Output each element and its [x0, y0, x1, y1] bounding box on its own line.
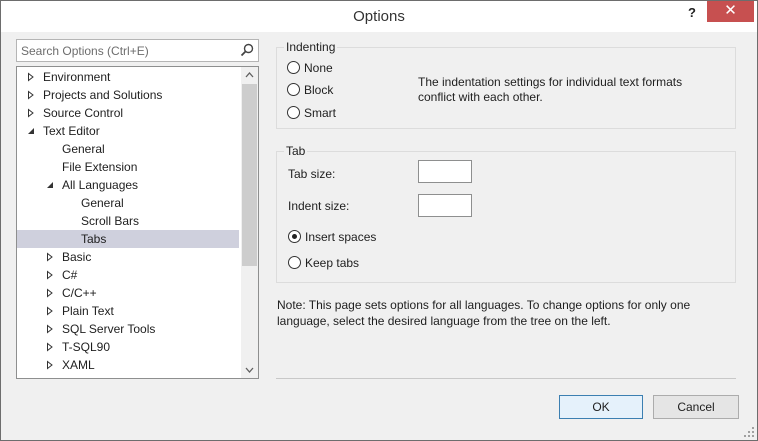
tree-item[interactable]: Tabs	[17, 230, 239, 248]
expanded-arrow-icon[interactable]	[45, 176, 55, 194]
tree-item-label: C#	[62, 268, 78, 282]
tree-item-label: XML	[62, 374, 87, 378]
tree-item[interactable]: General	[17, 194, 239, 212]
tree-item-label: File Extension	[62, 160, 138, 174]
tree-item[interactable]: General	[17, 140, 239, 158]
tree-item[interactable]: Source Control	[17, 104, 239, 122]
tree-item-label: SQL Server Tools	[62, 322, 156, 336]
note-line1: Note: This page sets options for all lan…	[277, 298, 691, 312]
tree-item[interactable]: All Languages	[17, 176, 239, 194]
radio-circle[interactable]	[288, 256, 301, 269]
search-box	[16, 39, 259, 62]
tree-list: Environment Projects and Solutions Source …	[17, 67, 241, 378]
tree-item-label: All Languages	[62, 178, 139, 192]
tree-item[interactable]: SQL Server Tools	[17, 320, 239, 338]
radio-label: Block	[304, 83, 334, 97]
tree-item[interactable]: T-SQL90	[17, 338, 239, 356]
search-input[interactable]	[17, 40, 232, 61]
collapsed-arrow-icon[interactable]	[45, 338, 55, 356]
window-title: Options	[353, 8, 405, 25]
cancel-button[interactable]: Cancel	[653, 395, 739, 419]
tree-item-label: General	[81, 196, 124, 210]
tree-item[interactable]: Projects and Solutions	[17, 86, 239, 104]
collapsed-arrow-icon[interactable]	[45, 266, 55, 284]
collapsed-arrow-icon[interactable]	[45, 374, 55, 378]
indenting-title: Indenting	[284, 40, 338, 54]
radio-label: Insert spaces	[305, 230, 377, 244]
note-line2: language, select the desired language fr…	[277, 314, 611, 328]
tree-item[interactable]: C#	[17, 266, 239, 284]
collapsed-arrow-icon[interactable]	[45, 284, 55, 302]
indent-size-box	[418, 194, 472, 217]
tree-item-label: Environment	[43, 70, 111, 84]
tree-item[interactable]: XAML	[17, 356, 239, 374]
tree-item-label: T-SQL90	[62, 340, 111, 354]
close-button[interactable]: ✕	[707, 1, 754, 22]
collapsed-arrow-icon[interactable]	[26, 86, 36, 104]
radio-circle[interactable]	[287, 61, 300, 74]
divider	[276, 378, 736, 379]
collapsed-arrow-icon[interactable]	[45, 356, 55, 374]
tree-item-label: Basic	[62, 250, 92, 264]
options-dialog: Options ? ✕ Environment Projects and Solu…	[0, 0, 758, 441]
radio-label: None	[304, 61, 333, 75]
search-icon[interactable]	[240, 43, 254, 57]
radio-label: Smart	[304, 106, 337, 120]
tree-item-label: Scroll Bars	[81, 214, 140, 228]
options-tree: Environment Projects and Solutions Source …	[16, 66, 259, 379]
scroll-up-icon[interactable]	[241, 67, 258, 84]
tree-scrollbar[interactable]	[241, 67, 258, 378]
tree-item-label: Projects and Solutions	[43, 88, 163, 102]
tree-item[interactable]: Basic	[17, 248, 239, 266]
scroll-thumb[interactable]	[242, 84, 257, 266]
radio-circle[interactable]	[287, 83, 300, 96]
conflict-message-line1: The indentation settings for individual …	[418, 75, 683, 89]
tab-size-box	[418, 160, 472, 183]
tree-item[interactable]: Scroll Bars	[17, 212, 239, 230]
tree-item-label: Text Editor	[43, 124, 100, 138]
tree-item[interactable]: File Extension	[17, 158, 239, 176]
tab-group: Tab Tab size: Indent size: Insert spaces…	[276, 144, 736, 283]
tree-item[interactable]: Text Editor	[17, 122, 239, 140]
title-bar: Options ? ✕	[1, 1, 757, 32]
radio-circle[interactable]	[288, 230, 301, 243]
tree-item-label: Plain Text	[62, 304, 114, 318]
help-button[interactable]: ?	[681, 3, 703, 25]
tab-size-input[interactable]	[419, 161, 471, 182]
indent-size-label: Indent size:	[288, 199, 350, 213]
indenting-group: Indenting None Block Smart The indentati…	[276, 40, 736, 129]
tree-item[interactable]: C/C++	[17, 284, 239, 302]
tree-item[interactable]: Plain Text	[17, 302, 239, 320]
tab-size-label: Tab size:	[288, 167, 336, 181]
tree-item[interactable]: Environment	[17, 68, 239, 86]
tree-item-label: C/C++	[62, 286, 97, 300]
collapsed-arrow-icon[interactable]	[45, 320, 55, 338]
conflict-message-line2: conflict with each other.	[418, 90, 543, 104]
tree-item-label: Tabs	[81, 232, 107, 246]
resize-grip-icon[interactable]	[743, 426, 755, 438]
tree-item-label: Source Control	[43, 106, 124, 120]
collapsed-arrow-icon[interactable]	[45, 248, 55, 266]
tree-item-label: XAML	[62, 358, 95, 372]
radio-label: Keep tabs	[305, 256, 360, 270]
tree-item-label: General	[62, 142, 105, 156]
collapsed-arrow-icon[interactable]	[45, 302, 55, 320]
radio-circle[interactable]	[287, 106, 300, 119]
indent-size-input[interactable]	[419, 195, 471, 216]
tab-title: Tab	[284, 144, 308, 158]
collapsed-arrow-icon[interactable]	[26, 68, 36, 86]
collapsed-arrow-icon[interactable]	[26, 104, 36, 122]
tree-item[interactable]: XML	[17, 374, 239, 378]
scroll-down-icon[interactable]	[241, 361, 258, 378]
expanded-arrow-icon[interactable]	[26, 122, 36, 140]
ok-button[interactable]: OK	[559, 395, 643, 419]
